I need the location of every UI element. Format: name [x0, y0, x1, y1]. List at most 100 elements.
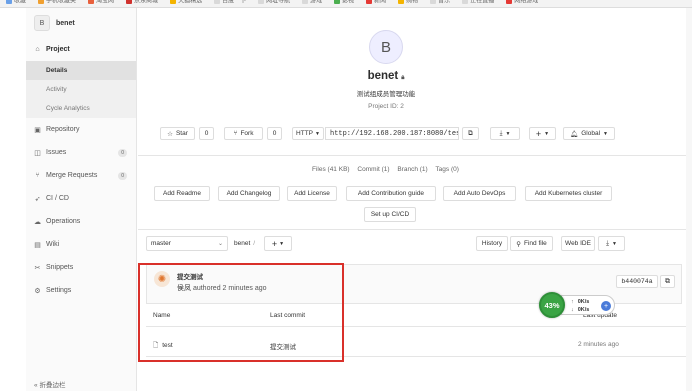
- sidebar-item-label: Issues: [46, 149, 67, 156]
- chevron-down-icon: ⌄: [217, 241, 223, 247]
- sidebar-subitem-activity[interactable]: Activity: [26, 80, 136, 99]
- copy-sha-button[interactable]: ⧉: [660, 275, 675, 288]
- bookmark-item[interactable]: 正在直播: [462, 0, 494, 5]
- download-dropdown[interactable]: ⤓ ▼: [490, 127, 520, 140]
- sidebar-item-settings[interactable]: ⚙ Settings: [26, 279, 136, 302]
- quick-action-button[interactable]: Add Changelog: [218, 186, 280, 201]
- fork-button[interactable]: ⑂ Fork: [224, 127, 263, 140]
- count-badge: 0: [118, 148, 127, 157]
- commit-title[interactable]: 提交测试: [177, 271, 203, 281]
- bookmark-label: 京东商城: [134, 0, 159, 5]
- sidebar-project-header[interactable]: B benet: [26, 8, 136, 38]
- protocol-label: HTTP: [296, 130, 314, 137]
- download-icon: ⤓: [499, 129, 503, 137]
- commits-stat[interactable]: Commit (1): [357, 166, 389, 173]
- bookmark-item[interactable]: 收藏: [6, 0, 26, 5]
- fork-count[interactable]: 0: [267, 127, 282, 140]
- quick-action-button[interactable]: Set up CI/CD: [364, 207, 416, 222]
- find-file-button[interactable]: ⚲ Find file: [510, 236, 553, 251]
- sidebar-item-label: Repository: [46, 126, 80, 133]
- copy-url-button[interactable]: ⧉: [462, 127, 479, 140]
- quick-action-button[interactable]: Add Auto DevOps: [443, 186, 516, 201]
- plus-icon: +: [271, 238, 278, 249]
- quick-action-button[interactable]: Add License: [287, 186, 337, 201]
- column-header-last-commit: Last commit: [270, 312, 306, 319]
- sidebar-item-project[interactable]: ⌂ Project: [26, 38, 136, 61]
- file-last-commit[interactable]: 提交测试: [270, 341, 296, 351]
- collapse-sidebar-button[interactable]: « 折叠边栏: [34, 379, 65, 389]
- sidebar-subitem-details[interactable]: Details: [26, 61, 136, 80]
- bookmark-item[interactable]: 游戏: [302, 0, 322, 5]
- accelerate-icon[interactable]: +: [601, 301, 611, 311]
- bookmark-icon: [334, 0, 341, 5]
- star-button[interactable]: ☆ Star: [160, 127, 195, 140]
- bookmark-item[interactable]: 网址导航: [258, 0, 290, 5]
- tags-stat[interactable]: Tags (0): [435, 166, 458, 173]
- bookmark-item[interactable]: 影视: [334, 0, 354, 5]
- commit-meta: 侯凤 authored 2 minutes ago: [177, 283, 267, 293]
- bookmark-label: 网址导航: [266, 0, 291, 5]
- sidebar-item-snippets[interactable]: ✂ Snippets: [26, 256, 136, 279]
- star-count[interactable]: 0: [199, 127, 214, 140]
- network-speed-widget[interactable]: ↑ 0K/s ↓ 0K/s + 43%: [539, 292, 617, 318]
- sidebar-item-label: Operations: [46, 218, 81, 225]
- sidebar-item-repository[interactable]: ▣ Repository: [26, 118, 136, 141]
- bookmark-item[interactable]: 新闻: [366, 0, 386, 5]
- double-chevron-left-icon: «: [34, 382, 38, 389]
- bookmark-label: 天猫精选: [178, 0, 203, 5]
- sidebar-subitem-cycle-analytics[interactable]: Cycle Analytics: [26, 99, 136, 118]
- branch-selector[interactable]: master ⌄: [146, 236, 228, 251]
- repository-icon: ▣: [34, 126, 41, 134]
- quick-action-button[interactable]: Add Readme: [154, 186, 210, 201]
- clipboard-icon: ⧉: [665, 277, 670, 285]
- breadcrumb-repo[interactable]: benet: [234, 240, 250, 247]
- sidebar-item-operations[interactable]: ☁ Operations: [26, 210, 136, 233]
- bookmark-item[interactable]: 京东商城: [126, 0, 158, 5]
- download-dropdown-repo[interactable]: ⤓ ▼: [598, 236, 625, 251]
- commit-author[interactable]: 侯凤: [177, 285, 191, 292]
- history-button[interactable]: History: [476, 236, 508, 251]
- sidebar-item-wiki[interactable]: ▤ Wiki: [26, 233, 136, 256]
- branches-stat[interactable]: Branch (1): [397, 166, 427, 173]
- file-name-cell[interactable]: 🗋︎ test: [153, 341, 173, 352]
- clone-protocol-dropdown[interactable]: HTTP ▼: [292, 127, 324, 140]
- sidebar-item-issues[interactable]: ◫ Issues 0: [26, 141, 136, 164]
- notification-dropdown[interactable]: 🔔︎ Global ▼: [563, 127, 615, 140]
- clone-url-field[interactable]: http://192.168.200.187:8080/test/benet.g…: [325, 127, 459, 140]
- bookmark-item[interactable]: 手机收藏夹: [38, 0, 76, 5]
- sidebar-item-label: Settings: [46, 287, 72, 294]
- project-main: B benet 🔒︎ 测试组成员管理功能 Project ID: 2 ☆ Star …: [138, 8, 692, 391]
- add-file-dropdown[interactable]: + ▼: [264, 236, 292, 251]
- project-avatar: B: [369, 30, 403, 64]
- collapse-sidebar-label: 折叠边栏: [39, 382, 66, 389]
- count-badge: 0: [118, 171, 127, 180]
- memory-gauge[interactable]: 43%: [539, 292, 565, 318]
- bookmark-icon: [258, 0, 265, 5]
- bookmark-item[interactable]: 音乐: [430, 0, 450, 5]
- issues-icon: ◫: [34, 149, 41, 157]
- web-ide-button[interactable]: Web IDE: [561, 236, 595, 251]
- add-new-dropdown[interactable]: + ▼: [529, 127, 556, 140]
- files-stat[interactable]: Files (41 KB): [312, 166, 350, 173]
- bookmark-item[interactable]: 网络游戏: [506, 0, 538, 5]
- bookmark-icon: [462, 0, 469, 5]
- cloud-icon: ☁: [34, 218, 41, 226]
- project-submenu: Details Activity Cycle Analytics: [26, 61, 136, 118]
- bookmark-label: 正在直播: [470, 0, 495, 5]
- sidebar-item-merge-requests[interactable]: ⑂ Merge Requests 0: [26, 164, 136, 187]
- bookmark-item[interactable]: 百度一下: [214, 0, 246, 5]
- scrollbar[interactable]: [686, 8, 692, 391]
- sidebar-item-ci-cd[interactable]: ➶ CI / CD: [26, 187, 136, 210]
- gear-icon: ⚙: [34, 287, 41, 295]
- bookmark-item[interactable]: 淘宝网: [88, 0, 114, 5]
- bookmark-item[interactable]: 购物: [398, 0, 418, 5]
- bookmark-icon: [170, 0, 177, 5]
- rocket-icon: ➶: [34, 195, 41, 203]
- commit-sha[interactable]: b440074a: [616, 275, 658, 288]
- column-header-name: Name: [153, 312, 171, 319]
- quick-action-button[interactable]: Add Kubernetes cluster: [525, 186, 612, 201]
- quick-action-button[interactable]: Add Contribution guide: [346, 186, 436, 201]
- project-description: 测试组成员管理功能: [356, 91, 416, 98]
- bookmark-item[interactable]: 天猫精选: [170, 0, 202, 5]
- sidebar-item-label: Wiki: [46, 241, 60, 248]
